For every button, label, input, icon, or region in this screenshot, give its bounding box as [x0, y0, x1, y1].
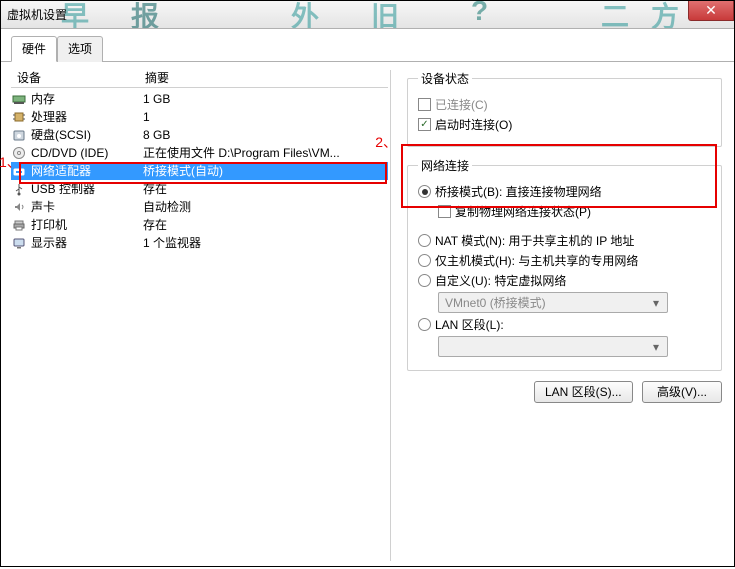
device-row-display[interactable]: 显示器 1 个监视器: [11, 234, 388, 252]
printer-icon: [11, 217, 27, 233]
device-name: 内存: [31, 90, 139, 108]
advanced-button[interactable]: 高级(V)...: [642, 381, 722, 403]
custom-network-select: VMnet0 (桥接模式) ▾: [438, 292, 668, 313]
replicate-checkbox[interactable]: [438, 205, 451, 218]
device-name: 显示器: [31, 234, 139, 252]
chevron-down-icon: ▾: [649, 340, 663, 354]
cpu-icon: [11, 109, 27, 125]
nat-radio[interactable]: [418, 234, 431, 247]
device-summary: 8 GB: [139, 126, 388, 144]
custom-radio[interactable]: [418, 274, 431, 287]
connected-checkbox: [418, 98, 431, 111]
device-row-usb[interactable]: USB 控制器 存在: [11, 180, 388, 198]
device-summary: 存在: [139, 180, 388, 198]
device-summary: 存在: [139, 216, 388, 234]
display-icon: [11, 235, 27, 251]
network-icon: [11, 163, 27, 179]
device-status-legend: 设备状态: [418, 70, 472, 87]
connect-at-power-on-label: 启动时连接(O): [435, 116, 512, 133]
device-row-cd[interactable]: CD/DVD (IDE) 正在使用文件 D:\Program Files\VM.…: [11, 144, 388, 162]
device-summary: 1 GB: [139, 90, 388, 108]
device-summary: 1: [139, 108, 388, 126]
device-name: 声卡: [31, 198, 139, 216]
header-summary: 摘要: [141, 69, 388, 87]
device-row-sound[interactable]: 声卡 自动检测: [11, 198, 388, 216]
device-row-memory[interactable]: 内存 1 GB: [11, 90, 388, 108]
nat-label: NAT 模式(N): 用于共享主机的 IP 地址: [435, 232, 634, 249]
lan-segments-button[interactable]: LAN 区段(S)...: [534, 381, 633, 403]
titlebar: 早 报 外 旧 ? 二 方 虚拟机设置 ✕: [1, 1, 734, 29]
cd-icon: [11, 145, 27, 161]
connected-label: 已连接(C): [435, 96, 488, 113]
device-summary: 1 个监视器: [139, 234, 388, 252]
device-summary: 自动检测: [139, 198, 388, 216]
window-title: 虚拟机设置: [7, 6, 67, 23]
lan-segment-label: LAN 区段(L):: [435, 316, 504, 333]
network-connection-legend: 网络连接: [418, 157, 472, 174]
custom-label: 自定义(U): 特定虚拟网络: [435, 272, 566, 289]
device-list-header: 设备 摘要: [11, 70, 388, 88]
device-name: 打印机: [31, 216, 139, 234]
device-row-printer[interactable]: 打印机 存在: [11, 216, 388, 234]
device-row-network[interactable]: 网络适配器 桥接模式(自动): [11, 162, 388, 180]
tab-hardware[interactable]: 硬件: [11, 36, 57, 62]
chevron-down-icon: ▾: [649, 296, 663, 310]
device-row-disk[interactable]: 硬盘(SCSI) 8 GB: [11, 126, 388, 144]
hostonly-label: 仅主机模式(H): 与主机共享的专用网络: [435, 252, 638, 269]
bridged-radio[interactable]: [418, 185, 431, 198]
network-connection-group: 网络连接 桥接模式(B): 直接连接物理网络 复制物理网络连接状态(P) NAT…: [407, 157, 722, 371]
connect-at-power-on-checkbox[interactable]: [418, 118, 431, 131]
device-row-cpu[interactable]: 处理器 1: [11, 108, 388, 126]
close-icon: ✕: [705, 2, 717, 18]
device-name: USB 控制器: [31, 180, 139, 198]
lan-segment-radio[interactable]: [418, 318, 431, 331]
device-summary: 正在使用文件 D:\Program Files\VM...: [139, 144, 388, 162]
hostonly-radio[interactable]: [418, 254, 431, 267]
custom-network-value: VMnet0 (桥接模式): [445, 294, 546, 311]
device-name: 网络适配器: [31, 162, 139, 180]
button-row: LAN 区段(S)... 高级(V)...: [407, 381, 722, 403]
bridged-label: 桥接模式(B): 直接连接物理网络: [435, 183, 602, 200]
replicate-label: 复制物理网络连接状态(P): [455, 203, 591, 220]
device-name: 处理器: [31, 108, 139, 126]
device-status-group: 设备状态 已连接(C) 启动时连接(O): [407, 70, 722, 147]
tab-strip: 硬件 选项: [1, 29, 734, 62]
header-device: 设备: [11, 69, 141, 87]
disk-icon: [11, 127, 27, 143]
device-list: 设备 摘要 内存 1 GB 处理器 1 硬盘(SCSI) 8 GB CD/DVD…: [11, 70, 391, 561]
device-name: 硬盘(SCSI): [31, 126, 139, 144]
device-name: CD/DVD (IDE): [31, 144, 139, 162]
device-summary: 桥接模式(自动): [139, 162, 388, 180]
sound-icon: [11, 199, 27, 215]
usb-icon: [11, 181, 27, 197]
lan-segment-select: ▾: [438, 336, 668, 357]
memory-icon: [11, 91, 27, 107]
close-button[interactable]: ✕: [688, 1, 734, 21]
tab-options[interactable]: 选项: [57, 36, 103, 62]
